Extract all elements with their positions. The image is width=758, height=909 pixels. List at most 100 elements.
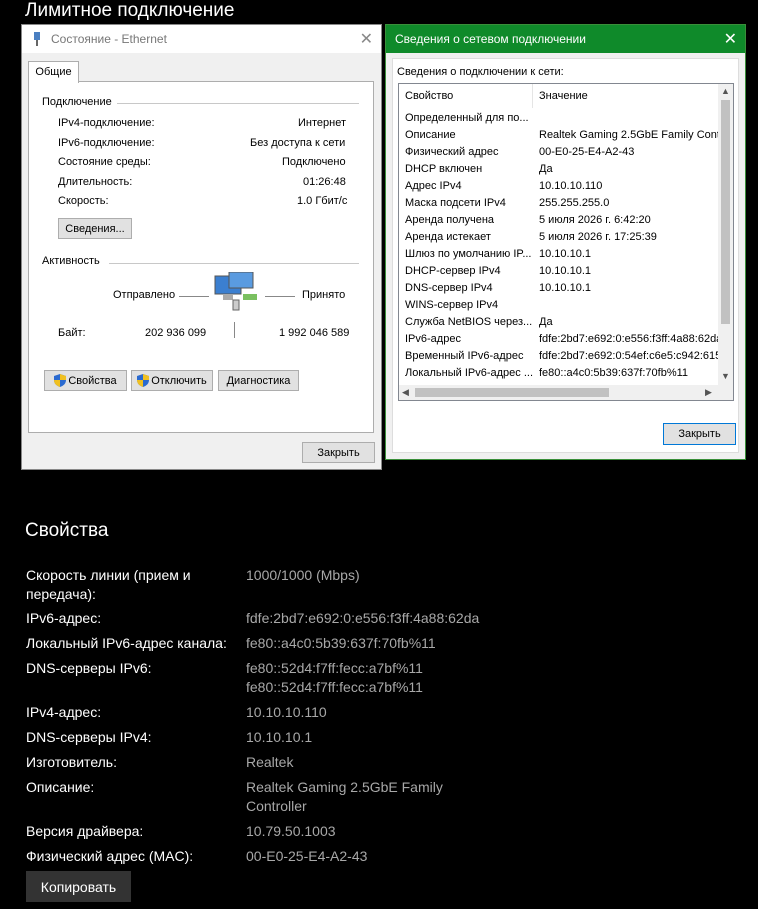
- list-item-property: Адрес IPv4: [405, 180, 462, 192]
- prop-value: fe80::52d4:f7ff:fecc:a7bf%11: [246, 660, 423, 676]
- scroll-left-icon[interactable]: ◀: [402, 387, 409, 398]
- details-titlebar[interactable]: Сведения о сетевом подключении ✕: [386, 25, 745, 53]
- diagnose-button[interactable]: Диагностика: [218, 370, 299, 391]
- list-item-value: [533, 110, 719, 127]
- list-item[interactable]: Шлюз по умолчанию IP... 10.10.10.1: [399, 246, 719, 263]
- vertical-scrollbar[interactable]: ▲ ▼: [718, 84, 733, 385]
- bytes-label: Байт:: [58, 327, 86, 339]
- list-item-property: Аренда истекает: [405, 231, 491, 243]
- list-item-property: DNS-сервер IPv4: [405, 282, 493, 294]
- received-line: [265, 296, 295, 297]
- details-button[interactable]: Сведения...: [58, 218, 132, 239]
- status-window-title: Состояние - Ethernet: [51, 32, 167, 46]
- list-item-property: Физический адрес: [405, 146, 499, 158]
- ipv4-value: Интернет: [298, 117, 346, 129]
- sent-line: [179, 296, 209, 297]
- scroll-thumb[interactable]: [415, 388, 609, 397]
- prop-value: Realtek: [246, 754, 294, 770]
- list-item-value: 10.10.10.1: [539, 282, 591, 294]
- horizontal-scrollbar[interactable]: ◀ ▶: [399, 385, 733, 400]
- list-item[interactable]: Служба NetBIOS через... Да: [399, 314, 719, 331]
- ethernet-icon: [34, 32, 40, 46]
- prop-value: 10.79.50.1003: [246, 823, 336, 839]
- list-item[interactable]: DNS-сервер IPv4 10.10.10.1: [399, 280, 719, 297]
- list-item[interactable]: Определенный для по...: [399, 110, 719, 127]
- list-item-value: 5 июля 2026 г. 17:25:39: [539, 231, 657, 243]
- status-window: Состояние - Ethernet ✕ Общие Подключение…: [21, 24, 382, 470]
- prop-label: DNS-серверы IPv6:: [26, 660, 152, 676]
- list-item[interactable]: Аренда получена 5 июля 2026 г. 6:42:20: [399, 212, 719, 229]
- prop-label: Скорость линии (прием и передача):: [26, 567, 191, 602]
- list-item-property: Маска подсети IPv4: [405, 197, 506, 209]
- list-item-value: 5 июля 2026 г. 6:42:20: [539, 214, 651, 226]
- prop-label: Описание:: [26, 779, 95, 795]
- list-item-value: 10.10.10.1: [539, 248, 591, 260]
- details-window: Сведения о сетевом подключении ✕ Сведени…: [385, 24, 746, 460]
- list-item-value: Да: [539, 163, 553, 175]
- close-icon[interactable]: ✕: [724, 29, 737, 49]
- list-item-property: IPv6-адрес: [405, 333, 461, 345]
- list-item[interactable]: Адрес IPv4 10.10.10.110: [399, 178, 719, 195]
- copy-button[interactable]: Копировать: [26, 871, 131, 902]
- properties-button[interactable]: Свойства: [44, 370, 127, 391]
- tab-general[interactable]: Общие: [28, 61, 79, 83]
- list-item[interactable]: Временный IPv6-адрес fdfe:2bd7:e692:0:54e…: [399, 348, 719, 365]
- bytes-received: 1 992 046 589: [279, 327, 350, 339]
- shield-icon: [137, 374, 150, 387]
- scroll-thumb[interactable]: [721, 100, 730, 324]
- prop-value: 10.10.10.1: [246, 729, 313, 745]
- divider: [117, 103, 359, 104]
- column-header-value[interactable]: Значение: [533, 84, 719, 108]
- list-item-property: Определенный для по...: [405, 112, 529, 124]
- prop-label: IPv6-адрес:: [26, 610, 102, 626]
- disable-button-label: Отключить: [151, 374, 207, 387]
- list-item-value: fe80::a4c0:5b39:637f:70fb%11: [539, 367, 689, 379]
- list-item-value: Realtek Gaming 2.5GbE Family Controller: [539, 129, 719, 141]
- prop-value: fe80::52d4:f7ff:fecc:a7bf%11: [246, 679, 423, 695]
- media-state-label: Состояние среды:: [58, 156, 151, 168]
- list-item[interactable]: IPv6-адрес fdfe:2bd7:e692:0:e556:f3ff:4a8…: [399, 331, 719, 348]
- list-item-value: 10.10.10.110: [539, 180, 603, 192]
- list-item[interactable]: DHCP включен Да: [399, 161, 719, 178]
- page-title: Лимитное подключение: [25, 0, 235, 21]
- list-item-value: Да: [539, 316, 553, 328]
- prop-value: 00-E0-25-E4-A2-43: [246, 848, 368, 864]
- properties-title: Свойства: [25, 520, 109, 541]
- prop-value: fe80::a4c0:5b39:637f:70fb%11: [246, 635, 436, 651]
- speed-label: Скорость:: [58, 195, 109, 207]
- details-list-view[interactable]: Свойство Значение Определенный для по...…: [398, 83, 734, 401]
- disable-button[interactable]: Отключить: [131, 370, 213, 391]
- list-item[interactable]: Описание Realtek Gaming 2.5GbE Family Con…: [399, 127, 719, 144]
- list-item-property: Временный IPv6-адрес: [405, 350, 524, 362]
- network-computers-icon: [214, 272, 257, 311]
- list-item[interactable]: WINS-сервер IPv4: [399, 297, 719, 314]
- ipv6-label: IPv6-подключение:: [58, 137, 155, 149]
- list-item-property: Описание: [405, 129, 456, 141]
- activity-group-label: Активность: [42, 255, 100, 267]
- list-item-value: 00-E0-25-E4-A2-43: [539, 146, 635, 158]
- close-button[interactable]: Закрыть: [302, 442, 375, 463]
- column-header-property[interactable]: Свойство: [399, 84, 533, 108]
- details-window-title: Сведения о сетевом подключении: [395, 32, 586, 46]
- list-item-value: fdfe:2bd7:e692:0:e556:f3ff:4a88:62da: [539, 333, 719, 345]
- scroll-up-icon[interactable]: ▲: [721, 86, 730, 96]
- list-item[interactable]: Маска подсети IPv4 255.255.255.0: [399, 195, 719, 212]
- list-item[interactable]: Локальный IPv6-адрес ... fe80::a4c0:5b39:…: [399, 365, 719, 382]
- duration-value: 01:26:48: [303, 176, 346, 188]
- details-close-button[interactable]: Закрыть: [663, 423, 736, 445]
- sent-label: Отправлено: [113, 289, 176, 301]
- prop-value: 10.10.10.110: [246, 704, 327, 720]
- connection-group-label: Подключение: [42, 96, 112, 108]
- received-label: Принято: [302, 289, 346, 301]
- list-item[interactable]: Аренда истекает 5 июля 2026 г. 17:25:39: [399, 229, 719, 246]
- prop-label: Физический адрес (MAC):: [26, 848, 194, 864]
- scroll-right-icon[interactable]: ▶: [705, 387, 712, 398]
- ipv6-value: Без доступа к сети: [250, 137, 346, 149]
- status-titlebar[interactable]: Состояние - Ethernet ✕: [22, 25, 381, 53]
- list-item[interactable]: Физический адрес 00-E0-25-E4-A2-43: [399, 144, 719, 161]
- prop-value: Realtek Gaming 2.5GbE Family Controller: [246, 779, 443, 814]
- scroll-down-icon[interactable]: ▼: [721, 371, 730, 381]
- list-item[interactable]: DHCP-сервер IPv4 10.10.10.1: [399, 263, 719, 280]
- close-icon[interactable]: ✕: [360, 29, 373, 49]
- list-header: Свойство Значение: [399, 84, 719, 108]
